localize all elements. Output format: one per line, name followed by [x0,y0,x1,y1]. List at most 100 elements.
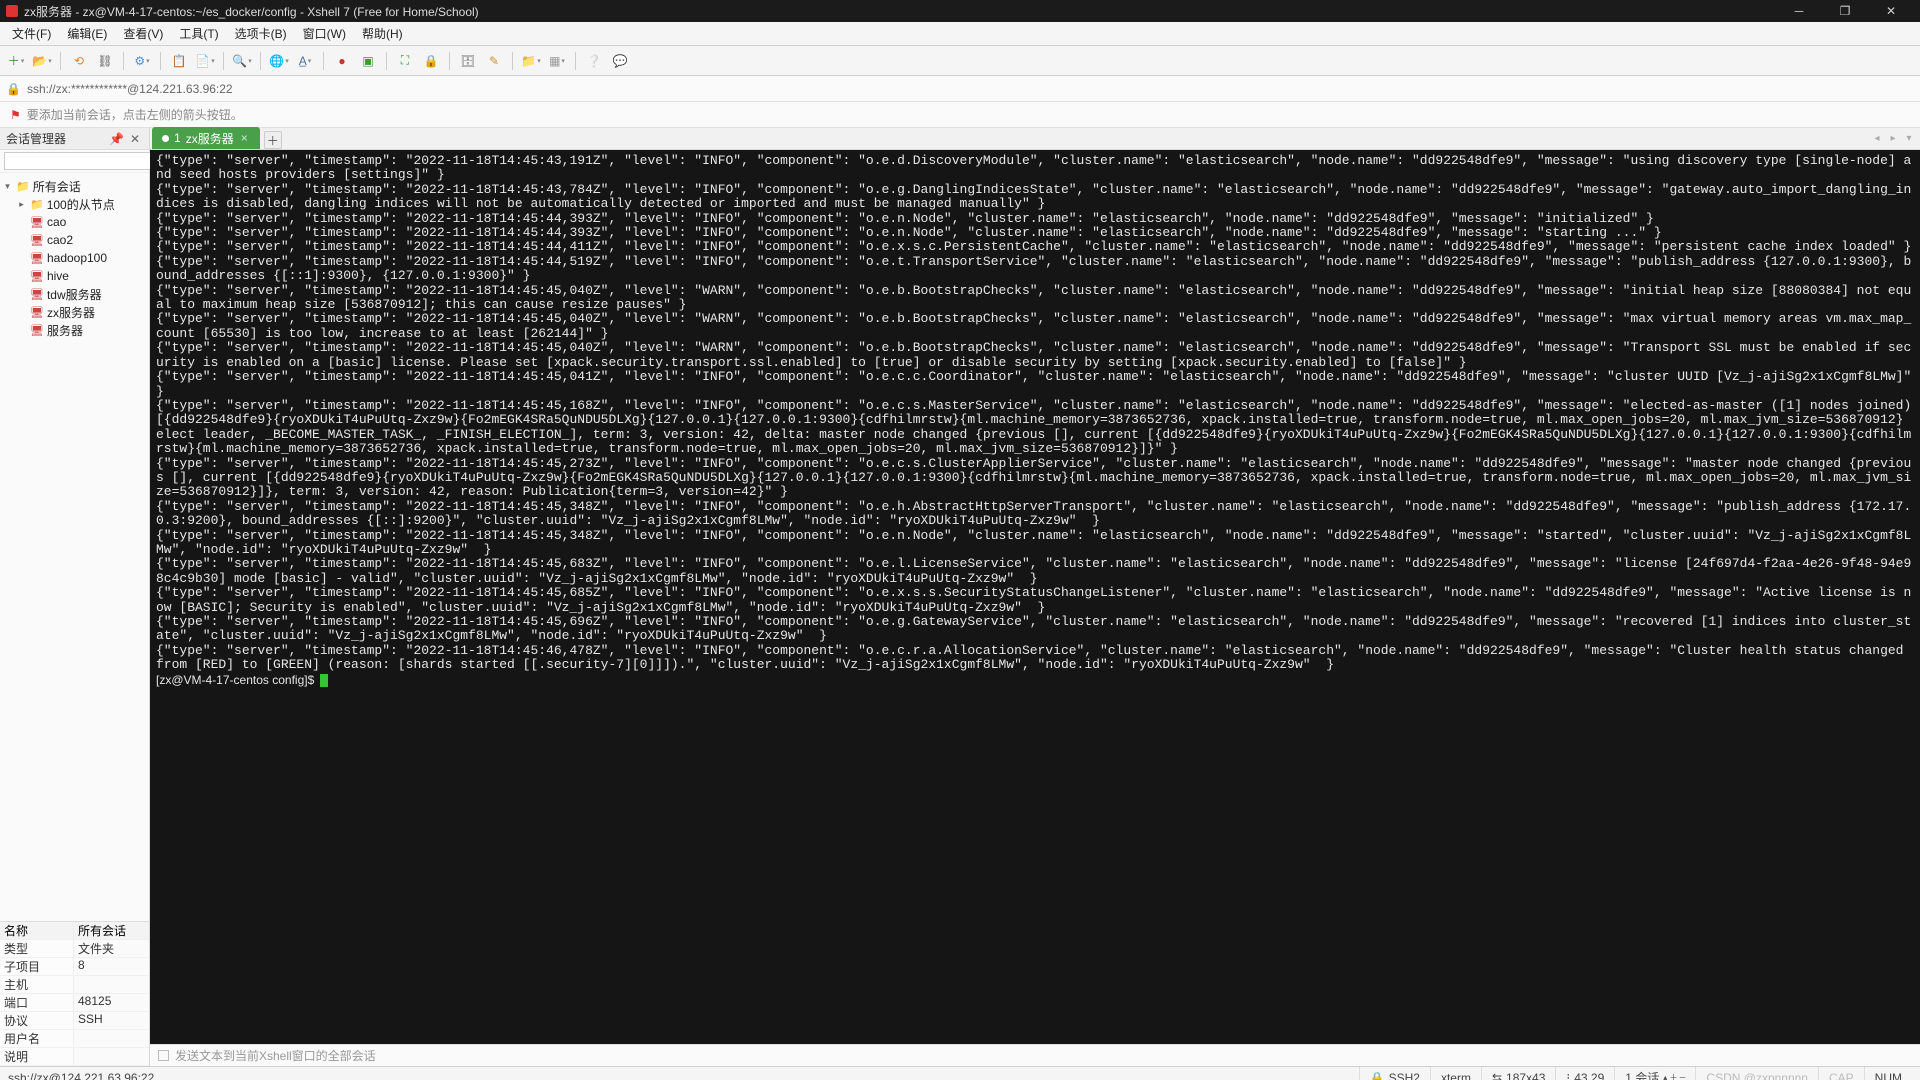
tree-label: tdw服务器 [47,286,102,303]
paste-button[interactable]: 📄▾ [195,51,215,71]
separator-icon [512,52,513,70]
tree-session[interactable]: 🖥服务器 [2,321,147,339]
tree-session[interactable]: 🖥hadoop100 [2,249,147,267]
expand-icon[interactable]: ▾ [2,181,13,192]
property-row: 协议SSH [0,1012,149,1030]
pin-icon[interactable]: 📌 [106,132,127,146]
xftp-button[interactable]: 🗄 [458,51,478,71]
new-tab-button[interactable]: ＋ [264,131,282,149]
help-button[interactable]: ❔ [584,51,604,71]
tree-session[interactable]: 🖥tdw服务器 [2,285,147,303]
property-value: 8 [74,958,149,975]
menu-help[interactable]: 帮助(H) [356,23,409,44]
status-bar: ssh://zx@124.221.63.96:22 🔒SSH2 xterm ⇆ … [0,1066,1920,1080]
new-session-button[interactable]: ＋▾ [6,51,26,71]
tree-label: 服务器 [47,322,83,339]
chat-button[interactable]: 💬 [610,51,630,71]
record-button[interactable]: ● [332,51,352,71]
copy-button[interactable]: 📋 [169,51,189,71]
property-row: 端口48125 [0,994,149,1012]
folder-icon: 📁 [30,198,44,211]
status-connection: ssh://zx@124.221.63.96:22 [8,1071,154,1080]
tree-session[interactable]: 🖥cao [2,213,147,231]
address-text: ssh://zx:************@124.221.63.96:22 [27,82,233,96]
tab-active[interactable]: 1 zx服务器 × [152,127,260,149]
close-panel-icon[interactable]: ✕ [127,132,143,146]
tab-strip: 1 zx服务器 × ＋ ◂ ▸ ▾ [150,128,1920,150]
tree-session[interactable]: 🖥zx服务器 [2,303,147,321]
font-button[interactable]: A̲▾ [295,51,315,71]
property-header-key: 名称 [0,922,74,939]
session-manager-title: 会话管理器 [6,130,66,147]
menu-window[interactable]: 窗口(W) [297,23,352,44]
host-icon: 🖥 [30,234,44,247]
separator-icon [260,52,261,70]
maximize-button[interactable]: ❐ [1822,0,1868,22]
property-row: 类型文件夹 [0,940,149,958]
tab-prev-icon[interactable]: ◂ [1870,131,1884,145]
terminal[interactable]: {"type": "server", "timestamp": "2022-11… [150,150,1920,1044]
globe-button[interactable]: 🌐▾ [269,51,289,71]
layout-button[interactable]: ▦▾ [547,51,567,71]
tree-folder[interactable]: ▸📁100的从节点 [2,195,147,213]
property-row: 主机 [0,976,149,994]
host-icon: 🖥 [30,216,44,229]
host-icon: 🖥 [30,288,44,301]
play-button[interactable]: ▣ [358,51,378,71]
reconnect-button[interactable]: ⟲ [69,51,89,71]
tree-label: hive [47,269,69,283]
status-num: NUM [1864,1067,1912,1080]
property-value: 文件夹 [74,940,149,957]
tab-list-icon[interactable]: ▾ [1902,131,1916,145]
menu-tools[interactable]: 工具(T) [173,23,224,44]
app-icon [6,5,18,17]
folder-button[interactable]: 📁▾ [521,51,541,71]
address-bar[interactable]: 🔒 ssh://zx:************@124.221.63.96:22 [0,76,1920,102]
status-size: ⇆ 187x43 [1481,1067,1555,1080]
open-button[interactable]: 📂▾ [32,51,52,71]
tree-label: hadoop100 [47,251,107,265]
tab-next-icon[interactable]: ▸ [1886,131,1900,145]
separator-icon [323,52,324,70]
property-key: 端口 [0,994,74,1011]
tree-folder[interactable]: ▾📁所有会话 [2,177,147,195]
tab-close-icon[interactable]: × [239,131,250,145]
property-row: 用户名 [0,1030,149,1048]
status-cursor: ⁝ 43,29 [1555,1067,1614,1080]
lock-button[interactable]: 🔒 [421,51,441,71]
broadcast-placeholder: 发送文本到当前Xshell窗口的全部会话 [175,1047,376,1064]
folder-icon: 📁 [16,180,30,193]
tree-label: zx服务器 [47,304,95,321]
expand-icon[interactable]: ▸ [16,199,27,210]
separator-icon [449,52,450,70]
session-manager: 会话管理器 📌 ✕ 🔍 ▾📁所有会话▸📁100的从节点🖥cao🖥cao2🖥had… [0,128,150,1066]
tree-session[interactable]: 🖥hive [2,267,147,285]
property-header: 名称 所有会话 [0,922,149,940]
fullscreen-button[interactable]: ⛶ [395,51,415,71]
properties-button[interactable]: ⚙▾ [132,51,152,71]
broadcast-checkbox[interactable] [158,1050,169,1061]
separator-icon [223,52,224,70]
menu-edit[interactable]: 编辑(E) [61,23,113,44]
session-search-input[interactable] [4,152,156,170]
property-row: 子项目8 [0,958,149,976]
minimize-button[interactable]: ─ [1776,0,1822,22]
titlebar: zx服务器 - zx@VM-4-17-centos:~/es_docker/co… [0,0,1920,22]
tree-label: cao [47,215,66,229]
property-value: SSH [74,1012,149,1029]
property-value: 48125 [74,994,149,1011]
menu-file[interactable]: 文件(F) [6,23,57,44]
disconnect-button[interactable]: ⛓ [95,51,115,71]
close-button[interactable]: ✕ [1868,0,1914,22]
menu-tabs[interactable]: 选项卡(B) [229,23,293,44]
host-icon: 🖥 [30,306,44,319]
broadcast-input-bar[interactable]: 发送文本到当前Xshell窗口的全部会话 [150,1044,1920,1066]
highlight-button[interactable]: ✎ [484,51,504,71]
property-value [74,976,149,993]
find-button[interactable]: 🔍▾ [232,51,252,71]
tree-session[interactable]: 🖥cao2 [2,231,147,249]
session-search: 🔍 [0,150,149,173]
menu-view[interactable]: 查看(V) [117,23,169,44]
session-tree[interactable]: ▾📁所有会话▸📁100的从节点🖥cao🖥cao2🖥hadoop100🖥hive🖥… [0,173,149,921]
host-icon: 🖥 [30,324,44,337]
